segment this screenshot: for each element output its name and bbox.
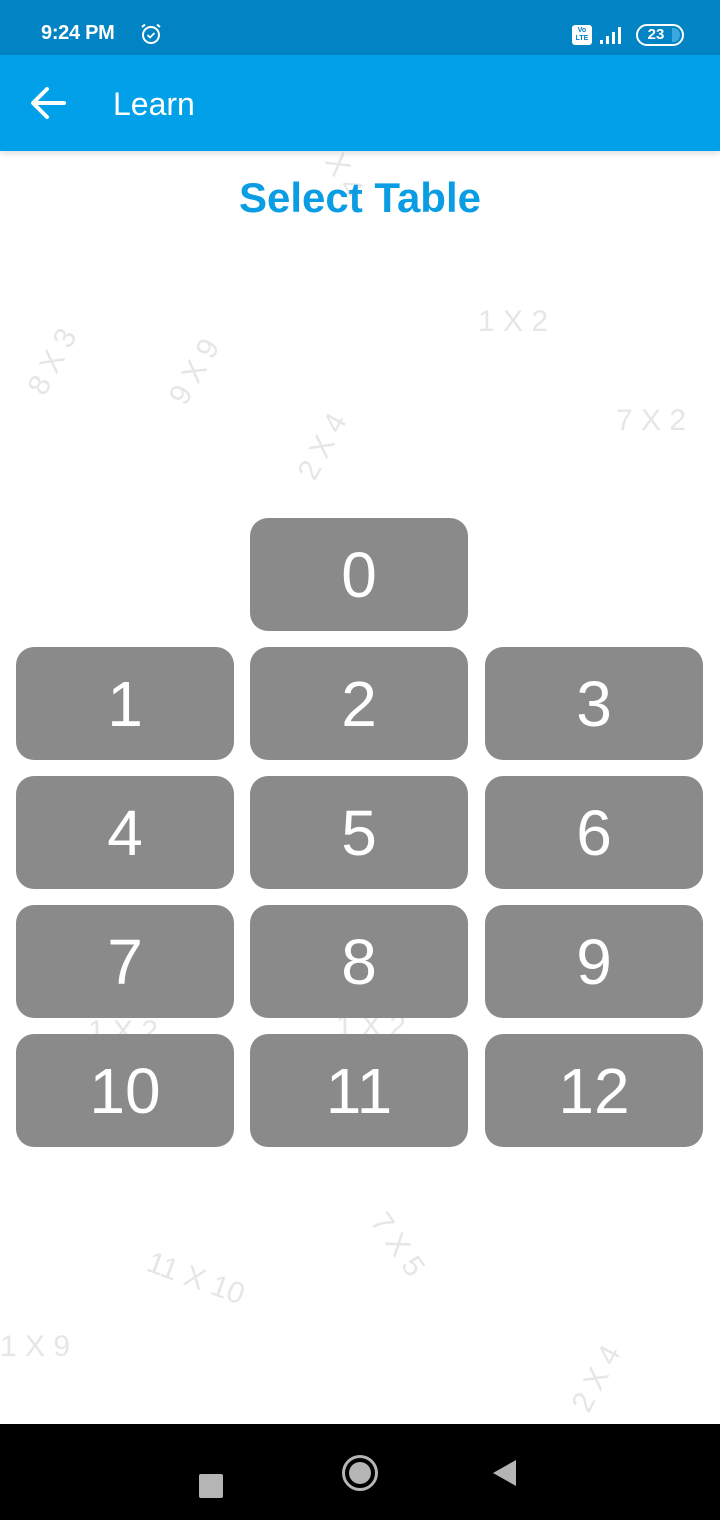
background-mark: 11 X 10 (142, 1245, 249, 1312)
battery-fill (672, 28, 680, 42)
status-time: 9:24 PM (41, 22, 115, 44)
background-mark: 1 X 2 (478, 305, 549, 338)
arrow-left-icon[interactable] (28, 85, 68, 121)
status-bar: 9:24 PM Vo LTE 23 (0, 0, 720, 55)
back-triangle-icon[interactable] (493, 1460, 516, 1486)
table-button-9[interactable]: 9 (485, 905, 703, 1018)
table-button-3[interactable]: 3 (485, 647, 703, 760)
app-title: Learn (113, 86, 195, 122)
background-mark: 2 X 4 (565, 1340, 628, 1418)
table-button-11[interactable]: 11 (250, 1034, 468, 1147)
table-button-6[interactable]: 6 (485, 776, 703, 889)
table-button-8[interactable]: 8 (250, 905, 468, 1018)
volte-icon: Vo LTE (572, 25, 592, 45)
table-button-10[interactable]: 10 (16, 1034, 234, 1147)
table-button-12[interactable]: 12 (485, 1034, 703, 1147)
battery-icon: 23 (636, 24, 684, 46)
table-button-2[interactable]: 2 (250, 647, 468, 760)
background-mark: 1 X 9 (0, 1330, 71, 1363)
background-mark: 7 X 2 (616, 404, 687, 437)
home-icon-inner (349, 1462, 371, 1484)
table-button-7[interactable]: 7 (16, 905, 234, 1018)
recent-apps-icon[interactable] (199, 1474, 223, 1498)
table-button-4[interactable]: 4 (16, 776, 234, 889)
home-icon[interactable] (342, 1455, 378, 1491)
background-mark: 2 X 4 (291, 408, 354, 486)
table-button-5[interactable]: 5 (250, 776, 468, 889)
page-title: Select Table (239, 174, 481, 221)
battery-level: 23 (647, 26, 665, 43)
alarm-icon (141, 23, 161, 44)
app-bar: Learn (0, 55, 720, 151)
background-mark: 9 X 9 (162, 333, 227, 411)
background-mark: 7 X 5 (363, 1206, 432, 1283)
table-button-1[interactable]: 1 (16, 647, 234, 760)
network-label: Vo LTE (575, 27, 589, 42)
table-button-0[interactable]: 0 (250, 518, 468, 631)
background-mark: 8 X 3 (21, 323, 84, 401)
navigation-bar (0, 1424, 720, 1520)
signal-icon (600, 27, 621, 44)
